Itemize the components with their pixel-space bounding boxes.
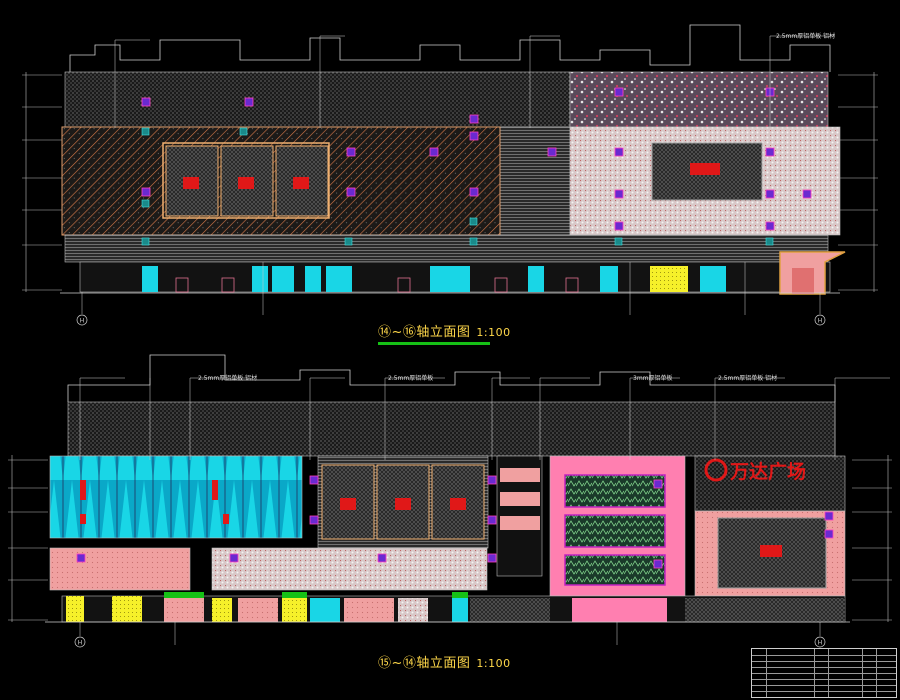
wanda-sign-text: 万达广场 — [729, 460, 806, 483]
roofline-outline — [69, 24, 831, 72]
drawing-title-2-text: ⑮~⑭轴立面图 — [378, 656, 471, 671]
middle-grey-wall — [499, 126, 571, 236]
elevation-drawing-sheet: H H 万达广场 H H — [8, 24, 892, 648]
axis-label-right-2: H — [818, 640, 823, 647]
level-markers-left-2 — [8, 455, 48, 622]
upper-mesh-band — [64, 71, 571, 128]
upper-mesh-band-2 — [67, 401, 836, 457]
axis-label-left-1: H — [80, 318, 85, 325]
callout-bottom-2: 2.5mm厚铝单板 — [388, 375, 434, 382]
level-markers-left — [22, 72, 62, 292]
axis-label-left-2: H — [78, 640, 83, 647]
salmon-lower-panel — [49, 547, 191, 591]
right-screen-logo — [690, 163, 720, 175]
axis-bubble-left: H — [76, 292, 88, 326]
drawing-title-2: ⑮~⑭轴立面图 1:100 — [378, 652, 511, 671]
title-block — [751, 648, 897, 698]
callout-bottom-1: 2.5mm厚铝单板 铝材 — [198, 375, 258, 382]
elevation-2: 万达广场 H H — [8, 354, 892, 648]
callout-bottom-3: 3mm厚铝单板 — [633, 375, 673, 382]
axis-bubble-left-2: H — [74, 622, 86, 648]
drawing-scale-2: 1:100 — [476, 657, 511, 670]
title-underline-1 — [378, 342, 490, 345]
drawing-scale-1: 1:100 — [476, 326, 511, 339]
drawing-title-1-text: ⑭~⑯轴立面图 — [378, 325, 471, 340]
base-hline-band — [64, 234, 829, 263]
callout-bottom-4: 2.5mm厚铝单板 铝材 — [718, 375, 778, 382]
light-dotted-panel — [211, 547, 488, 591]
callout-top-right: 2.5mm厚铝单板 铝材 — [776, 33, 836, 40]
upper-right-pattern-panel — [569, 71, 829, 128]
level-markers-right — [838, 72, 878, 292]
axis-label-right-1: H — [818, 318, 823, 325]
cyan-triangle-facade — [49, 455, 303, 539]
axis-bubble-right-2: H — [814, 622, 826, 648]
level-markers-right-2 — [852, 455, 892, 622]
elevation-1: H H — [22, 24, 878, 326]
axis-bubble-right: H — [814, 292, 826, 326]
drawing-title-1: ⑭~⑯轴立面图 1:100 — [378, 321, 511, 345]
